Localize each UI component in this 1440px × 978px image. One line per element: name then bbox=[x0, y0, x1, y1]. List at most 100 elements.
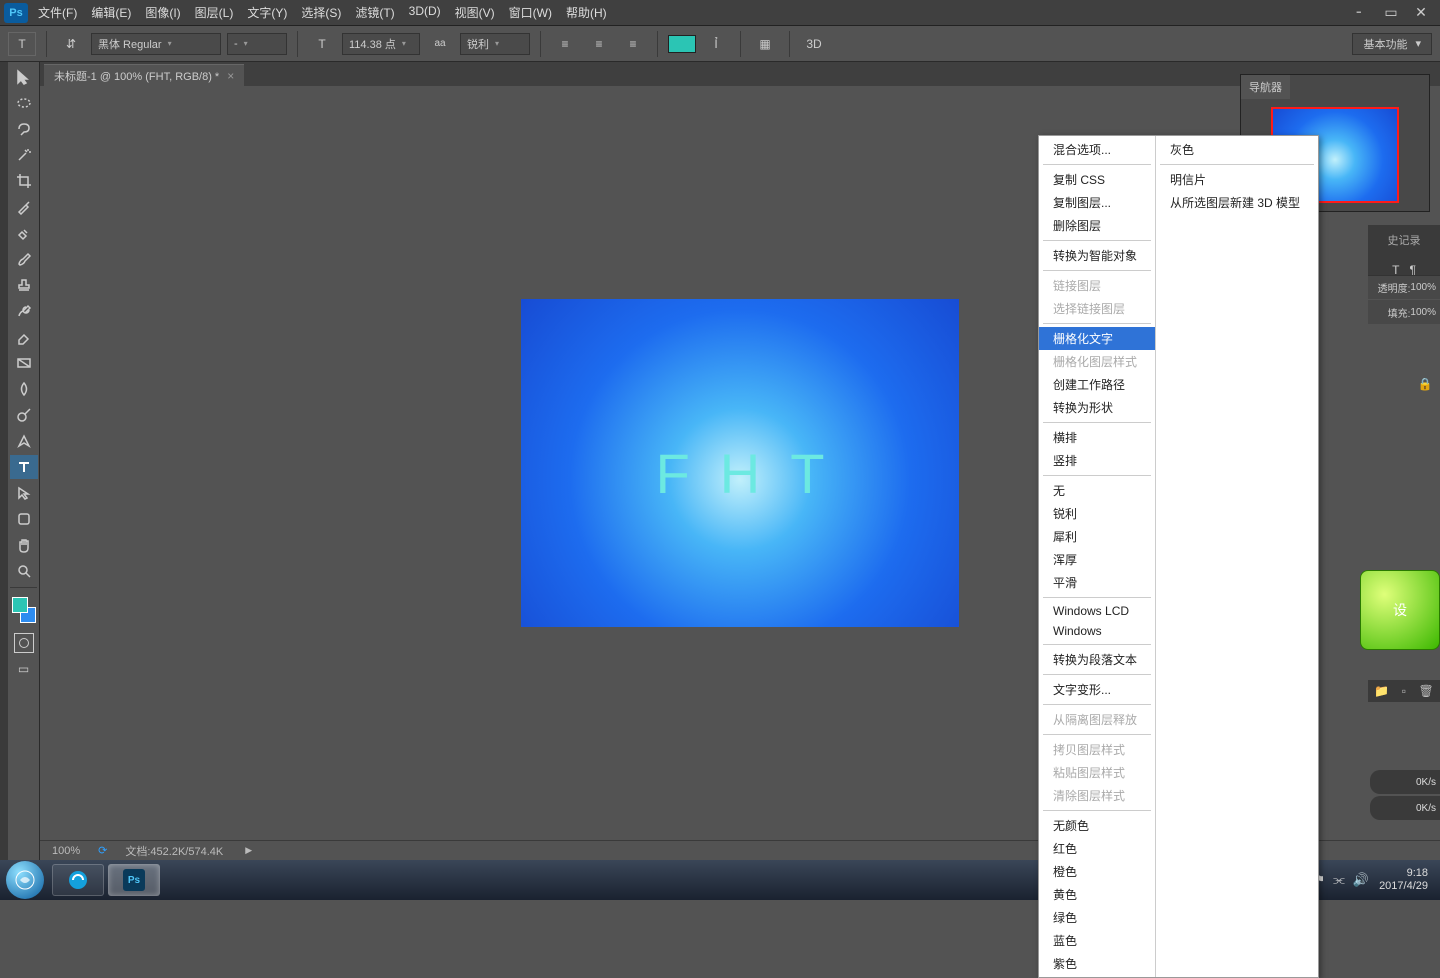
context-menu-item[interactable]: 平滑 bbox=[1039, 571, 1155, 594]
menu-file[interactable]: 文件(F) bbox=[38, 4, 77, 21]
heal-tool-icon[interactable] bbox=[10, 221, 38, 245]
taskbar-app-browser[interactable] bbox=[52, 864, 104, 896]
context-menu-item[interactable]: Windows LCD bbox=[1039, 601, 1155, 621]
menu-window[interactable]: 窗口(W) bbox=[509, 4, 552, 21]
context-menu-item[interactable]: 橙色 bbox=[1039, 860, 1155, 883]
menu-type[interactable]: 文字(Y) bbox=[247, 4, 287, 21]
context-menu-item[interactable]: 横排 bbox=[1039, 426, 1155, 449]
font-family-select[interactable]: 黑体 Regular ▾ bbox=[91, 33, 221, 55]
antialias-select[interactable]: 锐利 ▾ bbox=[460, 33, 530, 55]
history-brush-tool-icon[interactable] bbox=[10, 299, 38, 323]
context-menu-item[interactable]: 蓝色 bbox=[1039, 929, 1155, 952]
context-menu-item[interactable]: 灰色 bbox=[1156, 138, 1318, 161]
warp-text-icon[interactable]: Ỉ bbox=[702, 32, 730, 56]
zoom-level[interactable]: 100% bbox=[52, 845, 80, 857]
context-menu-item[interactable]: 无 bbox=[1039, 479, 1155, 502]
menu-help[interactable]: 帮助(H) bbox=[566, 4, 607, 21]
pen-tool-icon[interactable] bbox=[10, 429, 38, 453]
context-menu-item[interactable]: 删除图层 bbox=[1039, 214, 1155, 237]
start-button[interactable] bbox=[6, 861, 44, 899]
context-menu-item[interactable]: 复制 CSS bbox=[1039, 168, 1155, 191]
path-select-tool-icon[interactable] bbox=[10, 481, 38, 505]
doc-tab[interactable]: 未标题-1 @ 100% (FHT, RGB/8) * × bbox=[44, 64, 244, 86]
quickmask-toggle[interactable] bbox=[14, 633, 34, 653]
context-menu-item[interactable]: 竖排 bbox=[1039, 449, 1155, 472]
context-menu-item[interactable]: 犀利 bbox=[1039, 525, 1155, 548]
crop-tool-icon[interactable] bbox=[10, 169, 38, 193]
hand-tool-icon[interactable] bbox=[10, 533, 38, 557]
layer-opacity-row[interactable]: 透明度: 100% bbox=[1368, 275, 1440, 299]
foreground-background-swatch[interactable] bbox=[10, 595, 38, 625]
text-orientation-toggle[interactable]: ⇵ bbox=[57, 32, 85, 56]
context-menu-item[interactable]: 浑厚 bbox=[1039, 548, 1155, 571]
delete-layer-icon[interactable]: 🗑 bbox=[1419, 684, 1434, 698]
align-center-icon[interactable]: ≡ bbox=[585, 32, 613, 56]
context-menu-item[interactable]: 红色 bbox=[1039, 837, 1155, 860]
maximize-button[interactable]: ▭ bbox=[1376, 3, 1406, 23]
align-right-icon[interactable]: ≡ bbox=[619, 32, 647, 56]
brush-tool-icon[interactable] bbox=[10, 247, 38, 271]
context-menu-item[interactable]: 转换为形状 bbox=[1039, 396, 1155, 419]
tray-clock[interactable]: 9:18 2017/4/29 bbox=[1379, 867, 1428, 893]
sync-icon[interactable]: ⟳ bbox=[98, 844, 107, 857]
layer-fill-row[interactable]: 填充: 100% bbox=[1368, 300, 1440, 324]
context-menu-item[interactable]: 从所选图层新建 3D 模型 bbox=[1156, 191, 1318, 214]
context-menu-item[interactable]: 紫色 bbox=[1039, 952, 1155, 975]
menu-edit[interactable]: 编辑(E) bbox=[91, 4, 131, 21]
tray-network-icon[interactable]: ⫘ bbox=[1333, 872, 1345, 888]
context-menu-item[interactable]: 复制图层... bbox=[1039, 191, 1155, 214]
minimize-button[interactable]: ╴ bbox=[1346, 3, 1376, 23]
tray-volume-icon[interactable]: 🔊 bbox=[1353, 872, 1369, 888]
context-menu-item[interactable]: 锐利 bbox=[1039, 502, 1155, 525]
dodge-tool-icon[interactable] bbox=[10, 403, 38, 427]
status-menu-arrow-icon[interactable]: ▶ bbox=[245, 845, 252, 856]
type-tool-icon[interactable] bbox=[10, 455, 38, 479]
context-menu-item[interactable]: 创建工作路径 bbox=[1039, 373, 1155, 396]
3d-button[interactable]: 3D bbox=[800, 32, 828, 56]
stamp-tool-icon[interactable] bbox=[10, 273, 38, 297]
zoom-tool-icon[interactable] bbox=[10, 559, 38, 583]
menu-3d[interactable]: 3D(D) bbox=[409, 4, 441, 21]
context-menu-item[interactable]: 转换为智能对象 bbox=[1039, 244, 1155, 267]
close-tab-icon[interactable]: × bbox=[227, 69, 234, 83]
taskbar-app-photoshop[interactable]: Ps bbox=[108, 864, 160, 896]
context-menu-item[interactable]: 无颜色 bbox=[1039, 814, 1155, 837]
lasso-tool-icon[interactable] bbox=[10, 117, 38, 141]
eyedropper-tool-icon[interactable] bbox=[10, 195, 38, 219]
foreground-color-swatch[interactable] bbox=[12, 597, 28, 613]
text-color-swatch[interactable] bbox=[668, 35, 696, 53]
screenmode-toggle[interactable]: ▭ bbox=[13, 661, 35, 677]
tool-preset-icon[interactable]: T bbox=[8, 32, 36, 56]
new-layer-icon[interactable]: ▫ bbox=[1402, 684, 1406, 698]
context-menu-item[interactable]: 明信片 bbox=[1156, 168, 1318, 191]
menu-filter[interactable]: 滤镜(T) bbox=[355, 4, 394, 21]
context-menu-item[interactable]: 混合选项... bbox=[1039, 138, 1155, 161]
align-left-icon[interactable]: ≡ bbox=[551, 32, 579, 56]
toolbar-collapse-strip[interactable] bbox=[0, 62, 8, 860]
magic-wand-tool-icon[interactable] bbox=[10, 143, 38, 167]
menu-layer[interactable]: 图层(L) bbox=[195, 4, 234, 21]
context-menu-item[interactable]: 文字变形... bbox=[1039, 678, 1155, 701]
eraser-tool-icon[interactable] bbox=[10, 325, 38, 349]
font-size-select[interactable]: 114.38 点 ▾ bbox=[342, 33, 420, 55]
blur-tool-icon[interactable] bbox=[10, 377, 38, 401]
new-folder-icon[interactable]: 📁 bbox=[1374, 684, 1389, 698]
navigator-tab[interactable]: 导航器 bbox=[1241, 75, 1290, 99]
gradient-tool-icon[interactable] bbox=[10, 351, 38, 375]
lock-icon[interactable]: 🔒 bbox=[1410, 372, 1440, 396]
character-panel-icon[interactable]: ▦ bbox=[751, 32, 779, 56]
menu-view[interactable]: 视图(V) bbox=[455, 4, 495, 21]
font-style-select[interactable]: - ▾ bbox=[227, 33, 287, 55]
history-panel-tab[interactable]: 史记录 bbox=[1368, 225, 1440, 255]
marquee-tool-icon[interactable] bbox=[10, 91, 38, 115]
menu-select[interactable]: 选择(S) bbox=[301, 4, 341, 21]
close-button[interactable]: ✕ bbox=[1406, 3, 1436, 23]
move-tool-icon[interactable] bbox=[10, 65, 38, 89]
context-menu-item[interactable]: 栅格化文字 bbox=[1039, 327, 1155, 350]
menu-image[interactable]: 图像(I) bbox=[145, 4, 180, 21]
workspace-switcher[interactable]: 基本功能 ▾ bbox=[1352, 33, 1432, 55]
context-menu-item[interactable]: 转换为段落文本 bbox=[1039, 648, 1155, 671]
shape-tool-icon[interactable] bbox=[10, 507, 38, 531]
context-menu-item[interactable]: Windows bbox=[1039, 621, 1155, 641]
context-menu-item[interactable]: 黄色 bbox=[1039, 883, 1155, 906]
